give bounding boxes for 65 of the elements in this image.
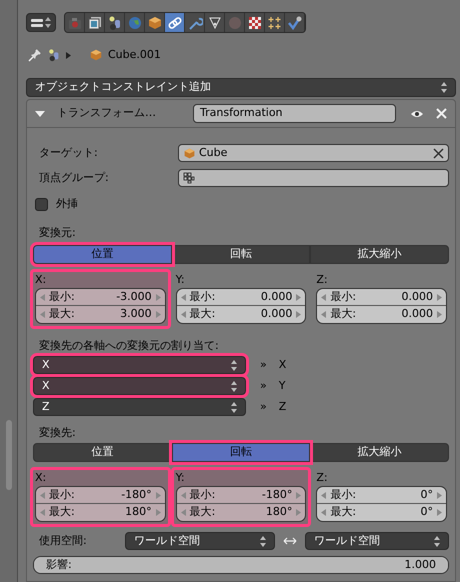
section-label: 変換先の各軸への変換元の割り当て:: [38, 338, 220, 354]
field-value: 180°: [266, 504, 292, 520]
number-field[interactable]: 最小: 0° 最大: 0°: [316, 486, 447, 522]
mode-tab[interactable]: 拡大縮小: [310, 443, 450, 462]
field-label: 最大:: [190, 306, 216, 322]
field-label: 最大:: [49, 306, 75, 322]
arrow-glyph: »: [260, 378, 267, 394]
number-field[interactable]: 最小: -180° 最大: 180°: [176, 486, 306, 522]
target-field[interactable]: Cube: [178, 144, 449, 162]
mode-tab[interactable]: 拡大縮小: [310, 245, 450, 264]
field-label: 使用空間:: [38, 532, 88, 549]
dropdown[interactable]: X: [33, 377, 246, 395]
name-field[interactable]: Transformation: [193, 104, 396, 123]
constraint-type: トランスフォーム…: [57, 105, 157, 122]
section-label: 変換先:: [38, 425, 77, 441]
arrow-glyph: »: [260, 356, 267, 373]
field-value: 0.000: [260, 306, 292, 322]
dropdown[interactable]: ワールド空間: [305, 532, 449, 550]
field-value: 0°: [420, 504, 433, 520]
field-value: -180°: [262, 486, 292, 503]
influence-slider[interactable]: 影響: 1.000: [33, 556, 449, 574]
axis-label: X: [278, 356, 286, 373]
dropdown[interactable]: Z: [33, 398, 246, 416]
field-label: 最小:: [49, 288, 75, 305]
field-value: 0°: [420, 486, 433, 503]
field-value: -180°: [121, 486, 152, 503]
checkbox-label: 外挿: [56, 196, 78, 212]
axis-label: Y:: [176, 272, 186, 288]
field-label: 最大:: [330, 504, 356, 520]
mode-tab[interactable]: 位置: [33, 245, 172, 264]
axis-label: X:: [35, 470, 48, 486]
field-value: 0.000: [402, 306, 433, 322]
mode-tab[interactable]: 回転: [172, 443, 310, 462]
object-name: Cube.001: [108, 46, 161, 63]
axis-label: Y:: [176, 470, 186, 486]
field-label: 最大:: [330, 306, 356, 322]
field-value: 3.000: [120, 306, 152, 322]
number-field[interactable]: 最小: -180° 最大: 180°: [35, 486, 166, 522]
number-field[interactable]: 最小: 0.000 最大: 0.000: [176, 288, 306, 324]
field-label: 最小:: [330, 288, 356, 305]
arrow-glyph: »: [260, 398, 267, 415]
field-label: 最小:: [190, 288, 216, 305]
number-field[interactable]: 最小: 0.000 最大: 0.000: [316, 288, 447, 324]
dropdown[interactable]: ワールド空間: [125, 532, 275, 550]
axis-label: Z:: [316, 470, 329, 486]
field-label: 最小:: [330, 486, 356, 503]
field-label: 最小:: [190, 486, 216, 503]
section-label: 変換元:: [38, 225, 77, 241]
axis-label: X:: [35, 272, 48, 288]
mode-tab[interactable]: 位置: [33, 443, 172, 462]
field-label: 最小:: [49, 486, 75, 503]
field-label: 最大:: [190, 504, 216, 520]
number-field[interactable]: 最小: -3.000 最大: 3.000: [35, 288, 166, 324]
dropdown[interactable]: X: [33, 356, 246, 374]
field-label: ターゲット:: [38, 144, 99, 161]
field-value: 0.000: [260, 288, 292, 305]
field-label: 頂点グループ:: [38, 170, 110, 186]
add-constraint-dropdown[interactable]: オブジェクトコンストレイント追加: [26, 78, 456, 97]
field-value: -3.000: [116, 288, 152, 305]
field-value: 0.000: [402, 288, 433, 305]
axis-label: Z:: [316, 272, 329, 288]
axis-label: Z: [278, 398, 286, 415]
field-label: 最大:: [49, 504, 75, 520]
field-value: 180°: [125, 504, 152, 520]
axis-label: Y: [278, 378, 286, 394]
